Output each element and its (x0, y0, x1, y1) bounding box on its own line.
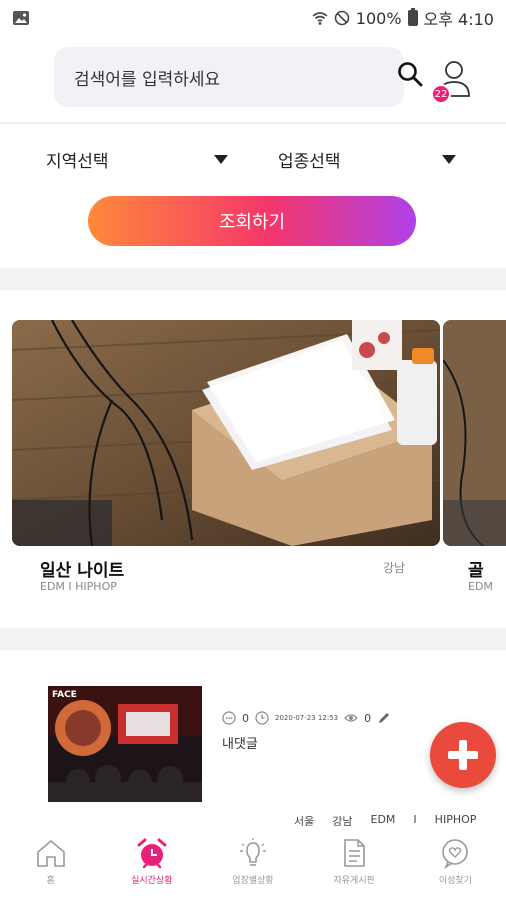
section-separator (0, 268, 506, 290)
featured-card-area: 강남 (383, 561, 406, 575)
dropdown-arrow-icon (442, 154, 456, 164)
section-separator (0, 628, 506, 650)
featured-card-image[interactable] (12, 320, 440, 546)
nav-item-board[interactable]: 자유게시판 (304, 826, 405, 900)
do-not-disturb-icon (334, 10, 350, 26)
query-button[interactable]: 조회하기 (88, 196, 416, 246)
bottom-nav: 홈 실시간상황 업장별상황 자유게시판 이성찾기 (0, 826, 506, 900)
search-icon[interactable] (396, 60, 424, 88)
home-icon (36, 839, 65, 867)
eye-icon (344, 714, 358, 722)
nav-item-live[interactable]: 실시간상황 (101, 826, 202, 900)
alarm-clock-icon (137, 838, 167, 869)
nav-item-venues[interactable]: 업장별상황 (202, 826, 303, 900)
edit-pencil-icon[interactable] (377, 711, 391, 725)
view-count: 0 (364, 711, 372, 725)
divider (0, 122, 506, 124)
business-type-select-label: 업종선택 (278, 151, 341, 172)
featured-card-image-2[interactable] (443, 320, 506, 546)
comment-icon (222, 711, 236, 725)
region-select[interactable]: 지역선택 (46, 145, 228, 173)
app-screen: 100% 오후 4:10 검색어를 입력하세요 22 지역선택 업종선택 조회하… (0, 0, 506, 900)
status-bar: 100% 오후 4:10 (0, 0, 506, 36)
post-thumbnail[interactable]: FACE (48, 686, 202, 802)
featured-card-tags: EDM I HIPHOP (40, 580, 117, 593)
notification-badge: 22 (431, 84, 451, 104)
battery-percent: 100% (355, 8, 402, 28)
featured-card-title-2[interactable]: 골 (468, 556, 484, 581)
lightbulb-icon (240, 838, 266, 866)
post-text[interactable]: 내댓글 (222, 733, 258, 752)
business-type-select[interactable]: 업종선택 (278, 145, 456, 173)
search-placeholder: 검색어를 입력하세요 (74, 69, 221, 90)
battery-icon (407, 8, 418, 26)
nav-item-home[interactable]: 홈 (0, 826, 101, 900)
comment-count: 0 (242, 711, 249, 725)
post-date: 2020-07-23 12:53 (275, 714, 339, 722)
svg-text:FACE: FACE (52, 690, 77, 700)
nav-label-venues: 업장별상황 (232, 876, 274, 886)
venue-photo (12, 320, 440, 546)
document-icon (344, 839, 366, 867)
post-meta: 0 2020-07-23 12:53 0 (222, 711, 391, 725)
add-post-button[interactable] (430, 722, 496, 788)
featured-card-title[interactable]: 일산 나이트 (40, 556, 124, 581)
heart-chat-icon (442, 839, 469, 870)
nav-label-live: 실시간상황 (131, 876, 173, 886)
nav-label-board: 자유게시판 (333, 876, 375, 886)
venue-photo (443, 320, 506, 546)
plus-icon (448, 740, 478, 770)
gallery-notification-icon (13, 11, 29, 25)
clock-icon (255, 711, 269, 725)
search-input[interactable]: 검색어를 입력하세요 (54, 47, 404, 107)
region-select-label: 지역선택 (46, 151, 109, 172)
nav-item-dating[interactable]: 이성찾기 (405, 826, 506, 900)
featured-card-tags-2: EDM (468, 580, 493, 593)
clock: 오후 4:10 (423, 10, 494, 29)
dropdown-arrow-icon (214, 154, 228, 164)
nav-label-dating: 이성찾기 (438, 876, 472, 886)
wifi-icon (312, 12, 328, 25)
club-photo: FACE (48, 686, 202, 802)
nav-label-home: 홈 (46, 876, 55, 886)
